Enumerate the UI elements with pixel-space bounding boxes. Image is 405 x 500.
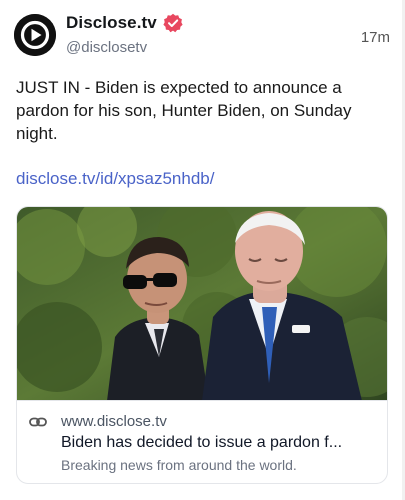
- card-meta: www.disclose.tv Biden has decided to iss…: [17, 402, 387, 483]
- post: Disclose.tv @disclosetv 17m JUST IN - Bi…: [0, 0, 405, 500]
- verified-badge-icon: [163, 13, 183, 33]
- preview-photo: [17, 207, 387, 400]
- timestamp: 17m: [360, 29, 390, 46]
- avatar[interactable]: [14, 14, 56, 56]
- post-text: JUST IN - Biden is expected to announce …: [16, 78, 352, 143]
- post-link[interactable]: disclose.tv/id/xpsaz5nhdb/: [16, 169, 214, 189]
- card-description: Breaking news from around the world.: [61, 457, 297, 473]
- handle[interactable]: @disclosetv: [66, 39, 183, 56]
- display-name[interactable]: Disclose.tv: [66, 13, 157, 33]
- author-info: Disclose.tv @disclosetv: [66, 13, 183, 56]
- preview-image: [17, 207, 387, 401]
- chain-link-icon: [29, 417, 47, 427]
- card-title[interactable]: Biden has decided to issue a pardon f...: [61, 434, 379, 452]
- card-domain: www.disclose.tv: [61, 413, 167, 430]
- name-row: Disclose.tv: [66, 13, 183, 33]
- link-preview-card[interactable]: www.disclose.tv Biden has decided to iss…: [16, 206, 388, 484]
- play-logo-icon: [14, 14, 56, 56]
